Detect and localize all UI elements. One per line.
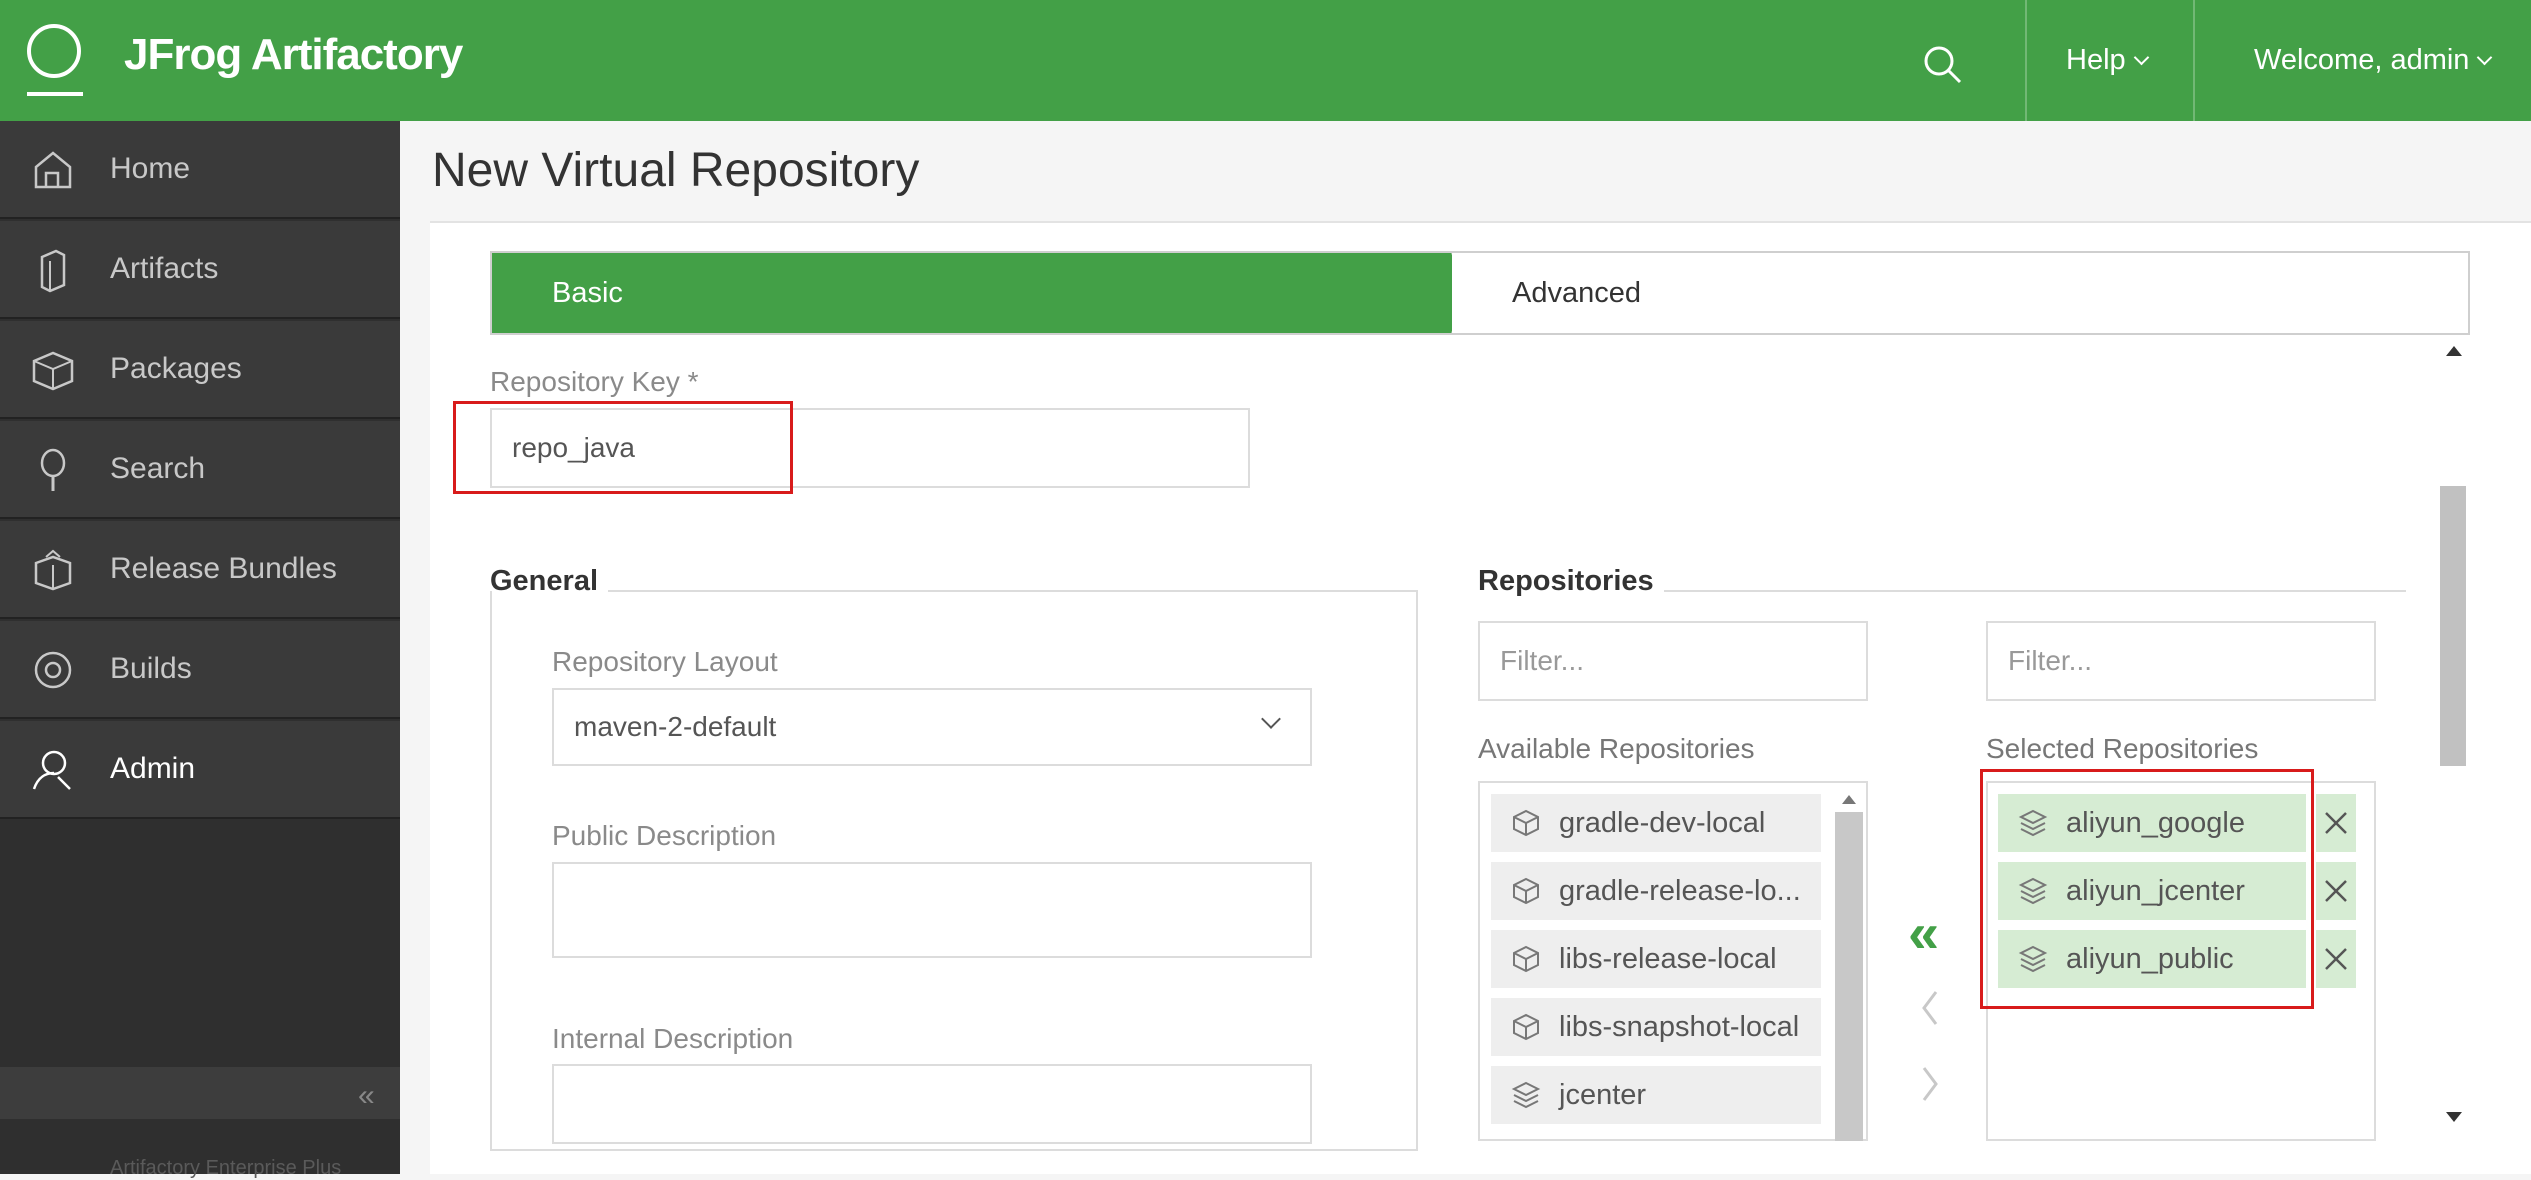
layout-select[interactable]: maven-2-default bbox=[552, 688, 1312, 766]
list-item[interactable]: libs-snapshot-local bbox=[1491, 998, 1821, 1056]
jfrog-logo-icon[interactable] bbox=[27, 24, 81, 78]
jfrog-logo-underline bbox=[27, 92, 83, 96]
builds-icon bbox=[34, 651, 72, 689]
available-filter-input[interactable]: Filter... bbox=[1478, 621, 1868, 701]
wizard-steps: Basic Advanced bbox=[490, 251, 2470, 335]
help-label: Help bbox=[2066, 44, 2126, 76]
public-desc-label: Public Description bbox=[552, 820, 777, 851]
chevron-down-icon bbox=[2133, 49, 2149, 66]
sidebar-item-builds[interactable]: Builds bbox=[0, 621, 400, 719]
repo-key-label: Repository Key * bbox=[490, 366, 699, 397]
list-item[interactable]: gradle-release-lo... bbox=[1491, 862, 1821, 920]
help-menu[interactable]: Help bbox=[2066, 44, 2149, 77]
repo-name: libs-snapshot-local bbox=[1559, 1010, 1800, 1043]
remove-icon[interactable] bbox=[2316, 930, 2356, 988]
tab-advanced[interactable]: Advanced bbox=[1512, 277, 1641, 310]
sidebar-item-release-bundles[interactable]: Release Bundles bbox=[0, 521, 400, 619]
admin-icon bbox=[32, 750, 71, 790]
layout-label: Repository Layout bbox=[552, 646, 778, 677]
collapse-sidebar-icon[interactable]: « bbox=[358, 1079, 375, 1113]
internal-desc-label: Internal Description bbox=[552, 1023, 794, 1054]
sidebar-item-label: Admin bbox=[110, 752, 196, 785]
sidebar-item-label: Builds bbox=[110, 652, 192, 685]
top-separator bbox=[2025, 0, 2027, 121]
repositories-title: Repositories bbox=[1478, 565, 1664, 598]
search-icon[interactable] bbox=[1918, 40, 1968, 90]
remove-icon[interactable] bbox=[2316, 862, 2356, 920]
welcome-label: Welcome, admin bbox=[2254, 44, 2470, 76]
page-title: New Virtual Repository bbox=[432, 144, 920, 197]
top-bar: JFrog Artifactory Help Welcome, admin bbox=[0, 0, 2531, 121]
list-item[interactable]: libs-release-local bbox=[1491, 930, 1821, 988]
public-desc-field[interactable] bbox=[552, 862, 1312, 958]
edition-label: Artifactory Enterprise Plus bbox=[110, 1157, 342, 1179]
move-all-left-button[interactable]: « bbox=[1908, 900, 1939, 965]
search-icon bbox=[40, 448, 66, 491]
sidebar-item-admin[interactable]: Admin bbox=[0, 721, 400, 819]
top-separator bbox=[2193, 0, 2195, 121]
local-repo-icon bbox=[1513, 1013, 1539, 1041]
tab-basic[interactable] bbox=[492, 253, 1452, 333]
local-repo-icon bbox=[1513, 809, 1539, 837]
scrollbar-thumb[interactable] bbox=[2440, 486, 2466, 766]
user-menu[interactable]: Welcome, admin bbox=[2254, 44, 2493, 77]
selected-filter-input[interactable]: Filter... bbox=[1986, 621, 2376, 701]
home-icon bbox=[34, 151, 72, 189]
repo-key-highlight bbox=[453, 401, 793, 494]
remove-icon[interactable] bbox=[2316, 794, 2356, 852]
sidebar-collapse-bar[interactable]: « bbox=[0, 1067, 400, 1119]
scroll-up-icon[interactable] bbox=[1842, 795, 1856, 804]
brand-name[interactable]: JFrog Artifactory bbox=[124, 30, 463, 80]
local-repo-icon bbox=[1513, 945, 1539, 973]
internal-desc-field[interactable] bbox=[552, 1064, 1312, 1144]
sidebar-item-home[interactable]: Home bbox=[0, 121, 400, 219]
sidebar-item-artifacts[interactable]: Artifacts bbox=[0, 221, 400, 319]
release-bundles-icon bbox=[34, 549, 72, 591]
sidebar: Home Artifacts Packages Search Release B… bbox=[0, 121, 400, 1179]
tab-basic-label[interactable]: Basic bbox=[552, 277, 623, 310]
layout-select-value: maven-2-default bbox=[574, 711, 777, 742]
list-item[interactable]: gradle-dev-local bbox=[1491, 794, 1821, 852]
form-scrollbar[interactable] bbox=[2438, 338, 2468, 1138]
local-repo-icon bbox=[1513, 877, 1539, 905]
chevron-down-icon bbox=[2477, 49, 2493, 66]
repo-name: gradle-dev-local bbox=[1559, 806, 1766, 839]
repo-name: jcenter bbox=[1559, 1078, 1647, 1111]
list-item[interactable]: jcenter bbox=[1491, 1066, 1821, 1124]
remote-repo-icon bbox=[1511, 1081, 1541, 1109]
move-right-icon[interactable] bbox=[1918, 1054, 1942, 1114]
sidebar-item-label: Release Bundles bbox=[110, 552, 337, 585]
artifacts-icon bbox=[40, 249, 66, 293]
scroll-up-icon[interactable] bbox=[2446, 346, 2462, 356]
sidebar-item-search[interactable]: Search bbox=[0, 421, 400, 519]
selected-repos-label: Selected Repositories bbox=[1986, 733, 2259, 764]
sidebar-item-label: Home bbox=[110, 152, 191, 185]
repo-name: gradle-release-lo... bbox=[1559, 874, 1801, 907]
available-repos-label: Available Repositories bbox=[1478, 733, 1755, 764]
sidebar-item-label: Packages bbox=[110, 352, 242, 385]
sidebar-item-label: Search bbox=[110, 452, 206, 485]
packages-icon bbox=[32, 351, 74, 391]
available-list-scrollbar[interactable] bbox=[1835, 812, 1863, 1141]
selected-repos-highlight bbox=[1980, 769, 2314, 1009]
move-left-icon[interactable] bbox=[1918, 978, 1942, 1038]
sidebar-item-packages[interactable]: Packages bbox=[0, 321, 400, 419]
sidebar-item-label: Artifacts bbox=[110, 252, 219, 285]
repo-name: libs-release-local bbox=[1559, 942, 1777, 975]
scroll-down-icon[interactable] bbox=[2446, 1112, 2462, 1122]
